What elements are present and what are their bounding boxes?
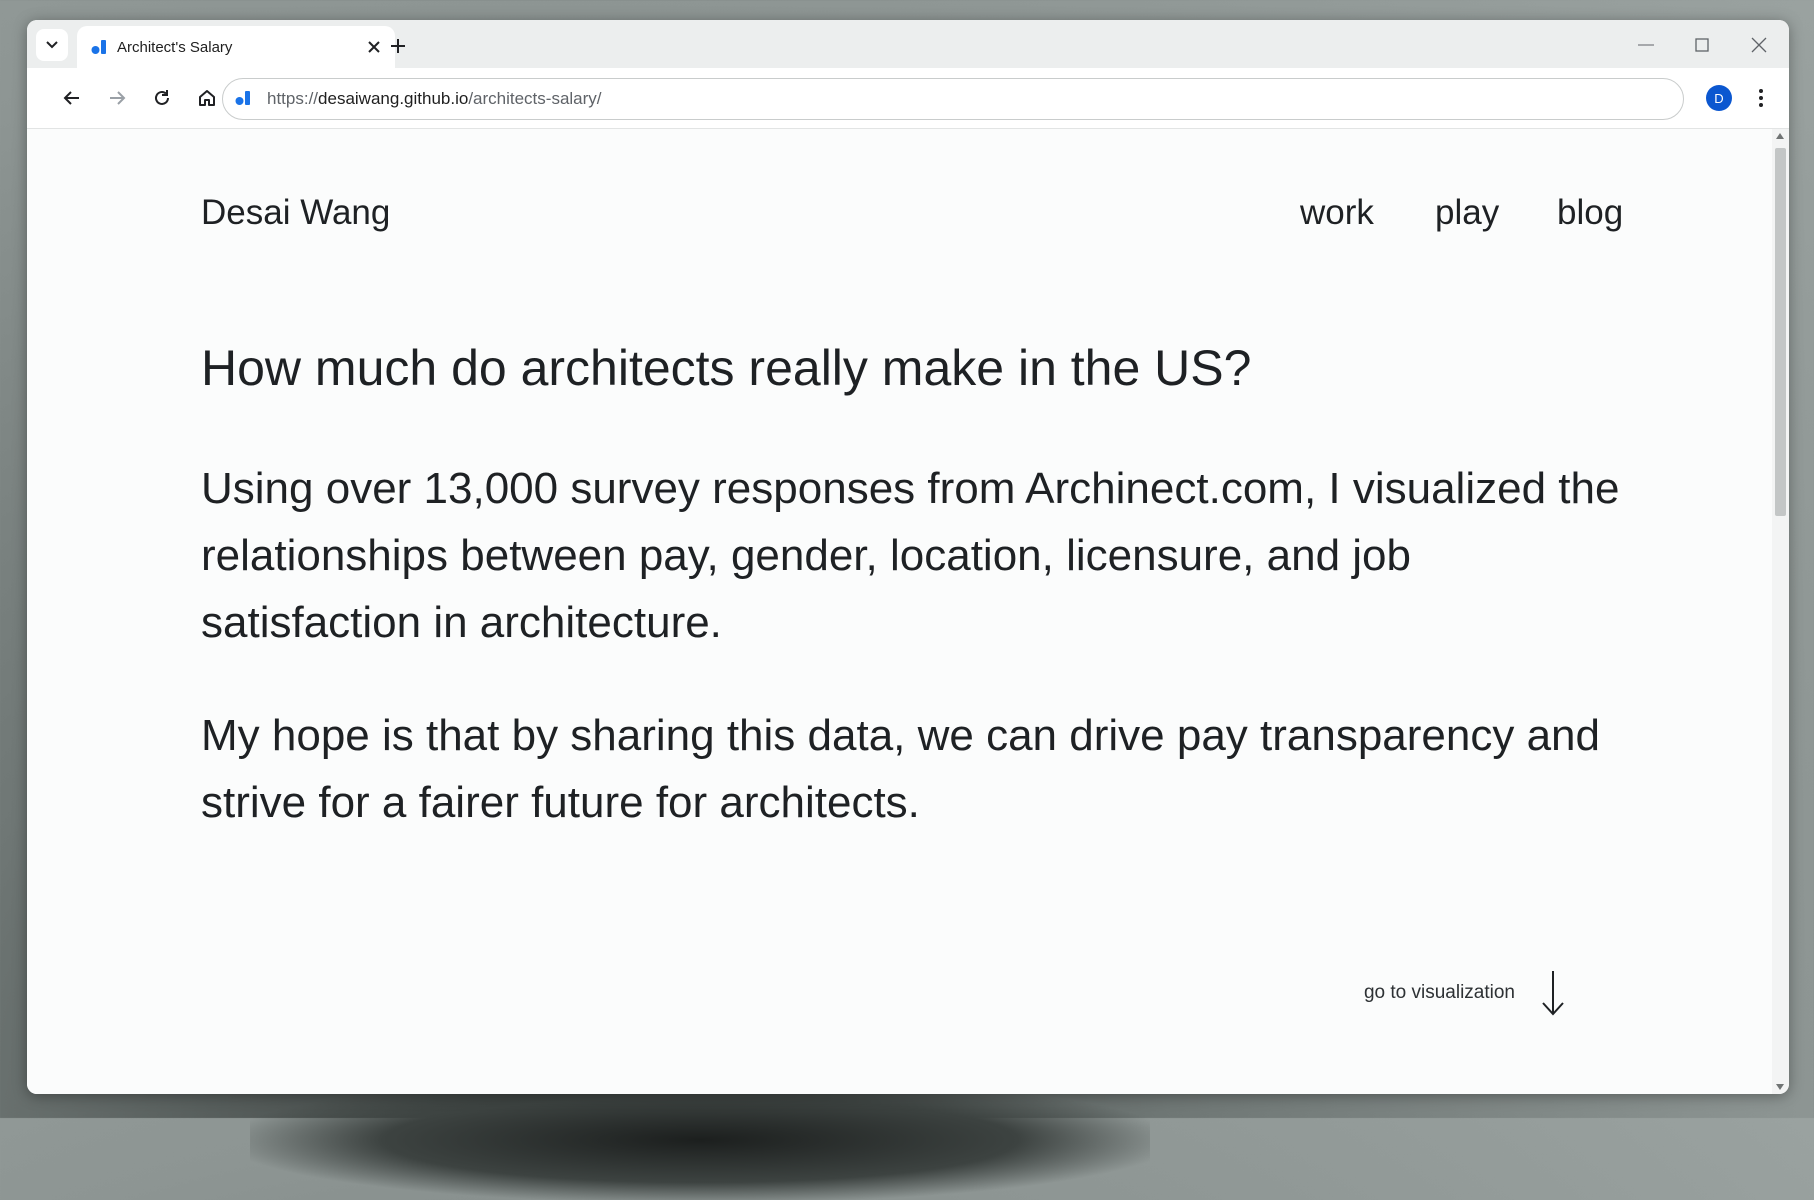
address-bar[interactable]: https://desaiwang.github.io/architects-s… — [222, 78, 1684, 120]
plus-icon — [391, 39, 405, 53]
cta-label: go to visualization — [1363, 982, 1515, 1003]
more-vert-icon — [1759, 89, 1763, 107]
nav-link-blog[interactable]: blog — [1557, 193, 1623, 233]
url-text[interactable]: https://desaiwang.github.io/architects-s… — [267, 89, 602, 109]
chevron-down-icon — [46, 41, 58, 49]
hope-paragraph: My hope is that by sharing this data, we… — [201, 711, 1600, 827]
page-title: How much do architects really make in th… — [201, 340, 1252, 396]
arrow-right-icon — [110, 91, 126, 105]
maximize-icon — [1695, 38, 1709, 52]
url-path: /architects-salary/ — [468, 89, 602, 108]
minimize-icon — [1638, 44, 1654, 46]
nav-link-work[interactable]: work — [1300, 193, 1374, 233]
minimize-button[interactable] — [1626, 30, 1666, 60]
home-icon — [199, 90, 215, 106]
close-icon[interactable] — [365, 38, 383, 56]
reload-button[interactable] — [145, 81, 179, 115]
browser-toolbar: https://desaiwang.github.io/architects-s… — [27, 68, 1789, 129]
reload-icon — [155, 90, 169, 105]
arrow-left-icon — [63, 91, 79, 105]
favicon-icon — [91, 40, 106, 54]
window-close-button[interactable] — [1739, 30, 1779, 60]
tab-architects-salary[interactable]: Architect's Salary — [77, 26, 395, 70]
go-to-visualization-link[interactable]: go to visualization — [1364, 969, 1565, 1017]
scroll-down-arrow-icon[interactable] — [1776, 1084, 1784, 1090]
scrollbar-thumb[interactable] — [1775, 148, 1786, 516]
tab-search-button[interactable] — [36, 29, 68, 61]
browser-menu-button[interactable] — [1746, 83, 1776, 113]
page-viewport: Desai Wang work play blog How much do ar… — [27, 129, 1772, 1094]
tab-title: Architect's Salary — [117, 39, 233, 56]
url-host: desaiwang.github.io — [318, 89, 469, 108]
site-name[interactable]: Desai Wang — [201, 193, 390, 233]
nav-link-play[interactable]: play — [1435, 193, 1499, 233]
arrow-down-icon — [1542, 971, 1564, 1016]
forward-button[interactable] — [100, 81, 134, 115]
site-info-icon — [235, 91, 250, 105]
new-tab-button[interactable] — [383, 31, 413, 61]
page-scrollbar[interactable] — [1772, 129, 1789, 1094]
desktop-background — [250, 1080, 1150, 1200]
window-close-icon — [1751, 37, 1767, 53]
maximize-button[interactable] — [1682, 30, 1722, 60]
intro-paragraph: Using over 13,000 survey responses from … — [201, 464, 1620, 647]
browser-window: Architect's Salary https://desaiwang.git… — [27, 20, 1789, 1094]
url-prefix: https:// — [267, 89, 319, 108]
profile-avatar[interactable]: D — [1706, 85, 1732, 111]
home-button[interactable] — [190, 81, 224, 115]
scroll-up-arrow-icon[interactable] — [1776, 133, 1784, 139]
tab-strip: Architect's Salary — [27, 20, 1789, 70]
back-button[interactable] — [55, 81, 89, 115]
